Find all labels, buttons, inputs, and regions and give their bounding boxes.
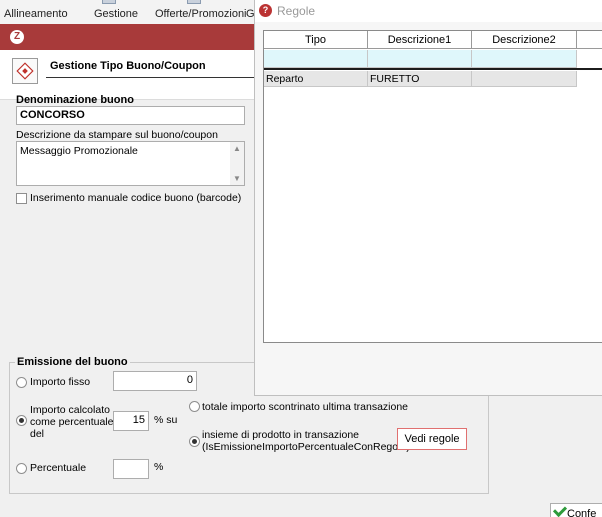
regole-titlebar[interactable]: ? Regole: [255, 0, 602, 22]
toolbar-item-gestione-label: Gestione: [94, 8, 139, 20]
percent-su-label: % su: [154, 414, 178, 426]
insieme-prodotto-label-1: insieme di prodotto in transazione: [202, 429, 360, 441]
importo-fisso-radio[interactable]: [16, 377, 27, 388]
column-header-filler: [577, 31, 602, 49]
vedi-regole-button[interactable]: Vedi regole: [397, 428, 467, 450]
new-row[interactable]: [264, 50, 577, 68]
app-icon: Z: [10, 30, 24, 44]
dialog-titlebar[interactable]: Z: [0, 24, 254, 50]
descrizione-text: Messaggio Promozionale: [20, 145, 138, 157]
toolbar-item-allineamento[interactable]: Allineamento: [4, 8, 68, 20]
new-row-cell[interactable]: [472, 50, 577, 68]
header-band: Gestione Tipo Buono/Coupon: [0, 50, 254, 100]
importo-fisso-label: Importo fisso: [30, 376, 91, 388]
inserimento-manuale-label: Inserimento manuale codice buono (barcod…: [30, 192, 242, 204]
insieme-prodotto-label-2: (IsEmissioneImportoPercentualeConRegole): [202, 441, 410, 453]
percentuale-radio[interactable]: [16, 463, 27, 474]
scroll-down-icon[interactable]: ▼: [233, 174, 241, 183]
insieme-prodotto-radio[interactable]: [189, 436, 200, 447]
regole-window: ? Regole Tipo Descrizione1 Descrizione2 …: [254, 0, 602, 396]
denominazione-input[interactable]: CONCORSO: [16, 106, 245, 125]
descrizione-label: Descrizione da stampare sul buono/coupon: [16, 129, 218, 141]
column-header-descrizione2[interactable]: Descrizione2: [472, 31, 577, 49]
importo-fisso-input[interactable]: 0: [113, 371, 197, 391]
importo-calcolato-radio[interactable]: [16, 415, 27, 426]
denominazione-label: Denominazione buono: [16, 94, 134, 106]
inserimento-manuale-checkbox[interactable]: [16, 193, 27, 204]
percentuale-label: Percentuale: [30, 462, 87, 474]
percentuale-unit: %: [154, 461, 164, 473]
table-cell-tipo[interactable]: Reparto: [264, 71, 368, 87]
new-row-cell[interactable]: [264, 50, 368, 68]
toolbar-mini-icon: [187, 0, 201, 4]
importo-calcolato-label-1: Importo calcolato: [30, 404, 110, 416]
textarea-scrollbar[interactable]: ▲ ▼: [230, 142, 244, 185]
toolbar-mini-icon: [102, 0, 116, 4]
help-icon: ?: [259, 4, 272, 17]
toolbar-item-offerte[interactable]: Offerte/Promozioni: [155, 0, 247, 20]
title-underline: [46, 77, 254, 78]
totale-importo-radio[interactable]: [189, 401, 200, 412]
percentuale-input[interactable]: [113, 459, 149, 479]
scroll-up-icon[interactable]: ▲: [233, 144, 241, 153]
table-cell-descrizione1[interactable]: FURETTO: [368, 71, 472, 87]
column-header-descrizione1[interactable]: Descrizione1: [368, 31, 472, 49]
new-row-cell[interactable]: [368, 50, 472, 68]
toolbar-item-offerte-label: Offerte/Promozioni: [155, 8, 247, 20]
emissione-group-title: Emissione del buono: [15, 356, 130, 368]
percent-input[interactable]: 15: [113, 411, 149, 431]
totale-importo-label: totale importo scontrinato ultima transa…: [202, 401, 409, 413]
regole-grid[interactable]: Tipo Descrizione1 Descrizione2 Reparto F…: [263, 30, 602, 343]
regole-title: Regole: [277, 4, 316, 18]
importo-calcolato-label-2: come percentuale: [30, 416, 114, 428]
page-title: Gestione Tipo Buono/Coupon: [50, 60, 206, 72]
coupon-icon: [12, 58, 38, 84]
table-cell-descrizione2[interactable]: [472, 71, 577, 87]
toolbar-item-gestione[interactable]: Gestione: [94, 0, 139, 20]
importo-calcolato-label-3: del: [30, 428, 45, 440]
descrizione-textarea[interactable]: Messaggio Promozionale ▲ ▼: [16, 141, 245, 186]
column-header-tipo[interactable]: Tipo: [264, 31, 368, 49]
grid-separator: [264, 68, 602, 70]
